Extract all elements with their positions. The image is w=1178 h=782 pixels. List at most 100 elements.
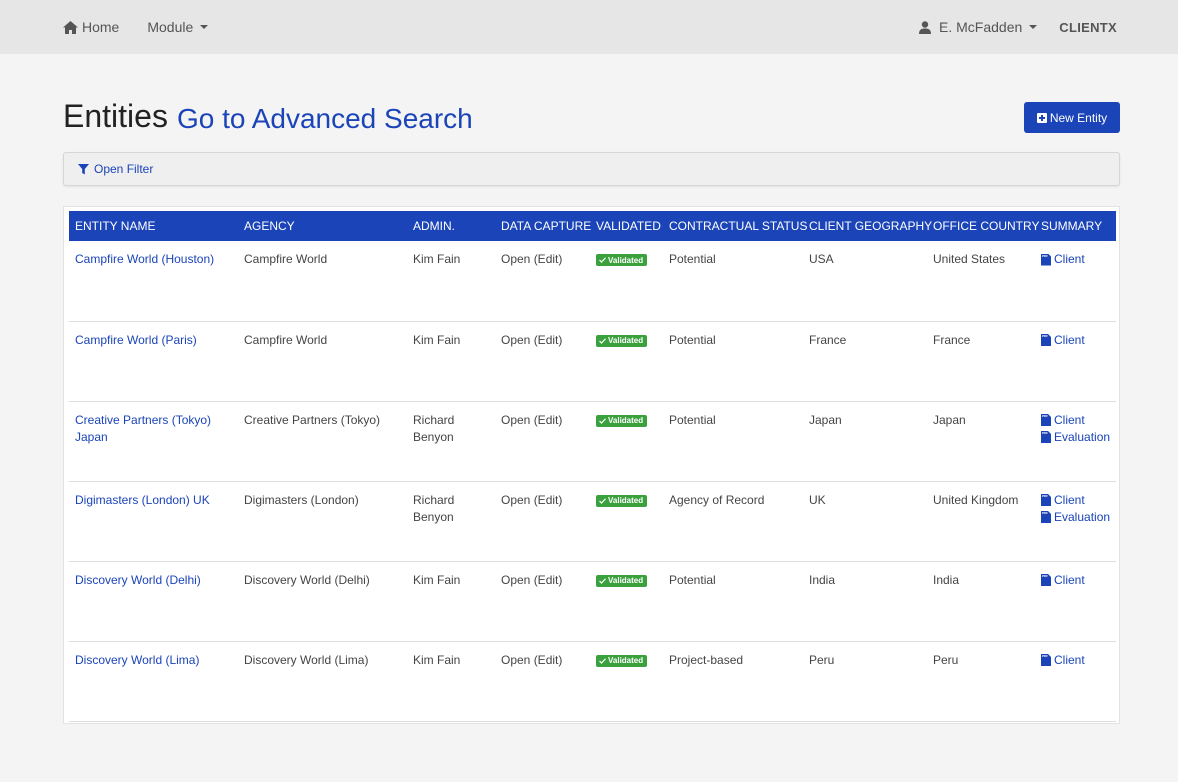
office-country-cell: Peru [933, 652, 959, 667]
column-header[interactable]: CLIENT GEOGRAPHY [803, 211, 932, 241]
summary-pdf-link[interactable]: Client [1041, 412, 1116, 429]
column-header[interactable]: DATA CAPTURE [495, 211, 591, 241]
agency-cell: Digimasters (London) [244, 492, 359, 507]
user-menu[interactable]: E. McFadden [919, 19, 1038, 35]
chevron-down-icon [1029, 25, 1038, 29]
brand-logo: CLIENTX [1059, 19, 1117, 35]
page-title: Entities [63, 98, 168, 134]
check-icon [599, 657, 606, 664]
module-label: Module [147, 19, 194, 35]
column-header[interactable]: SUMMARY [1035, 211, 1116, 241]
column-header[interactable]: AGENCY [238, 211, 407, 241]
validated-cell: Validated [590, 321, 663, 401]
data-capture-cell: Open (Edit) [495, 641, 590, 721]
check-icon [599, 577, 606, 584]
client-geography-cell: UK [809, 492, 826, 507]
validated-badge: Validated [596, 494, 648, 507]
client-geography-cell: India [809, 572, 836, 587]
chevron-down-icon [200, 25, 209, 29]
client-geography-cell: USA [809, 252, 834, 266]
filter-icon [78, 163, 89, 174]
contractual-status-cell: Potential [669, 332, 716, 347]
entity-name-link[interactable]: Discovery World (Delhi) [75, 573, 201, 587]
data-capture-link[interactable]: Open (Edit) [501, 653, 562, 667]
pdf-icon [1041, 253, 1051, 266]
entity-name-link[interactable]: Campfire World (Houston) [75, 252, 214, 266]
admin-cell: Richard Benyon [413, 412, 455, 444]
summary-pdf-link[interactable]: Client [1041, 492, 1116, 509]
summary-label: Client [1054, 412, 1085, 427]
office-country-cell: Japan [933, 412, 966, 427]
pdf-icon [1041, 334, 1051, 346]
data-capture-link[interactable]: Open (Edit) [501, 252, 562, 266]
home-link[interactable]: Home [63, 19, 119, 35]
summary-label: Evaluation [1054, 429, 1111, 444]
agency-cell: Campfire World [244, 252, 328, 266]
data-capture-cell: Open (Edit) [495, 481, 590, 561]
client-geography-cell: Japan [809, 412, 842, 427]
office-country-cell: India [933, 572, 960, 587]
validated-label: Validated [608, 255, 644, 265]
column-header[interactable]: OFFICE COUNTRY [927, 211, 1039, 241]
validated-label: Validated [608, 656, 644, 665]
admin-cell: Kim Fain [413, 252, 461, 266]
data-capture-link[interactable]: Open (Edit) [501, 573, 562, 587]
summary-label: Evaluation [1054, 509, 1111, 524]
summary-label: Client [1054, 252, 1085, 266]
entity-name-link[interactable]: Campfire World (Paris) [75, 333, 197, 347]
entity-name-cell: Creative Partners (Tokyo) Japan [69, 401, 238, 481]
client-geography-cell: Peru [809, 652, 835, 667]
validated-badge: Validated [596, 654, 648, 667]
column-header[interactable]: CONTRACTUAL STATUS [663, 211, 807, 241]
validated-label: Validated [608, 336, 644, 345]
contractual-status-cell: Project-based [669, 652, 744, 667]
page-header: Entities Go to Advanced Search New Entit… [63, 96, 1120, 140]
entity-name-link[interactable]: Discovery World (Lima) [75, 653, 199, 667]
summary-pdf-link[interactable]: Client [1041, 572, 1116, 589]
user-name: E. McFadden [939, 19, 1023, 35]
table-row: Campfire World (Houston) Campfire World Ki… [69, 241, 1116, 321]
contractual-status-cell: Agency of Record [669, 492, 765, 507]
module-dropdown[interactable]: Module [147, 19, 209, 35]
summary-pdf-link[interactable]: Client [1041, 332, 1116, 349]
summary-pdf-link[interactable]: Client [1041, 652, 1116, 669]
entity-name-link[interactable]: Digimasters (London) UK [75, 493, 210, 507]
table-row: Digimasters (London) UK Digimasters (Lond… [69, 481, 1116, 561]
data-capture-link[interactable]: Open (Edit) [501, 333, 562, 347]
contractual-status-cell: Potential [669, 252, 716, 266]
validated-badge: Validated [596, 574, 648, 587]
validated-badge: Validated [596, 334, 648, 347]
pdf-icon [1041, 511, 1051, 523]
nav-left: Home Module [63, 0, 209, 54]
agency-cell: Campfire World [244, 332, 328, 347]
data-capture-link[interactable]: Open (Edit) [501, 493, 562, 507]
entity-name-link[interactable]: Creative Partners (Tokyo) Japan [75, 413, 211, 444]
validated-label: Validated [608, 496, 644, 505]
open-filter-toggle[interactable]: Open Filter [63, 152, 1120, 186]
new-entity-button[interactable]: New Entity [1024, 102, 1120, 133]
new-entity-label: New Entity [1049, 110, 1108, 125]
summary-pdf-link[interactable]: Client [1041, 251, 1116, 268]
pdf-icon [1041, 494, 1051, 506]
agency-cell: Discovery World (Delhi) [244, 572, 370, 587]
column-header[interactable]: ENTITY NAME [69, 211, 238, 241]
table-header-row: ENTITY NAME AGENCY ADMIN. DATA CAPTURE V… [69, 211, 1116, 241]
column-header[interactable]: ADMIN. [407, 211, 495, 241]
table-row: Discovery World (Delhi) Discovery World (… [69, 561, 1116, 641]
contractual-status-cell: Potential [669, 572, 716, 587]
data-capture-cell: Open (Edit) [495, 561, 590, 641]
summary-cell: Client Evaluation [1035, 481, 1116, 561]
entity-name-cell: Discovery World (Delhi) [69, 561, 238, 641]
validated-label: Validated [608, 576, 644, 585]
column-header[interactable]: VALIDATED [590, 211, 663, 241]
table-row: Campfire World (Paris) Campfire World Kim … [69, 321, 1116, 401]
summary-cell: Client Evaluation [1035, 401, 1116, 481]
summary-pdf-link[interactable]: Evaluation [1041, 429, 1116, 446]
summary-pdf-link[interactable]: Evaluation [1041, 509, 1116, 526]
data-capture-cell: Open (Edit) [495, 401, 590, 481]
advanced-search-link[interactable]: Go to Advanced Search [177, 99, 473, 139]
validated-label: Validated [608, 416, 644, 425]
table-row: Discovery World (Lima) Discovery World (L… [69, 641, 1116, 721]
data-capture-link[interactable]: Open (Edit) [501, 413, 562, 427]
user-icon [919, 20, 932, 34]
